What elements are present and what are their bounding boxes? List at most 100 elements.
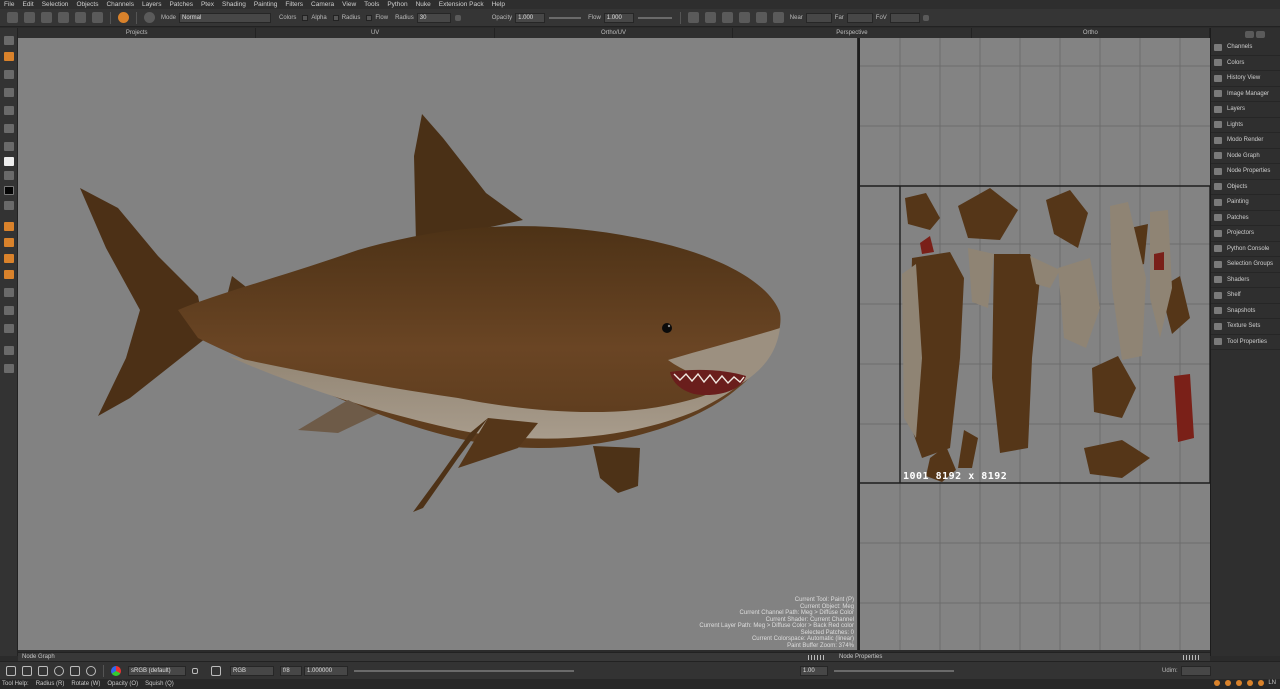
palette-layers[interactable]: Layers [1211,102,1280,118]
stamp-icon[interactable] [92,12,103,23]
projection-icon[interactable] [687,12,699,23]
near-field[interactable] [805,12,832,23]
udim-field[interactable] [1180,665,1211,676]
camera-icon[interactable] [721,12,733,23]
gamma-slider[interactable] [834,669,954,672]
fov-menu-icon[interactable] [922,14,929,21]
eyedropper-icon[interactable] [58,12,69,23]
cube-icon[interactable] [738,12,750,23]
brush-preset-icon[interactable] [144,12,155,23]
circle-tool-icon[interactable] [54,665,64,676]
palette-shelf[interactable]: Shelf [1211,288,1280,304]
menu-python[interactable]: Python [387,1,407,8]
palette-tool-properties[interactable]: Tool Properties [1211,335,1280,350]
palette-history-view[interactable]: History View [1211,71,1280,87]
color-wheel-icon[interactable] [111,665,121,676]
perspective-viewport[interactable]: Current Tool: Paint (P) Current Object: … [18,38,857,650]
blur-tool-icon[interactable] [4,254,14,263]
palette-channels[interactable]: Channels [1211,40,1280,56]
menu-filters[interactable]: Filters [285,1,303,8]
tab-projects[interactable]: Projects [18,28,257,38]
measure-tool-icon[interactable] [4,288,14,297]
menu-file[interactable]: File [4,1,14,8]
menu-edit[interactable]: Edit [22,1,33,8]
palette-modo-render[interactable]: Modo Render [1211,133,1280,149]
paint-brush-tool-icon[interactable] [4,52,14,61]
palette-shaders[interactable]: Shaders [1211,273,1280,288]
palette-colors[interactable]: Colors [1211,56,1280,71]
palette-python-console[interactable]: Python Console [1211,242,1280,257]
radius-field[interactable]: 30 [416,12,451,23]
drag-handle-icon[interactable] [1183,655,1201,660]
type-tool-icon[interactable] [4,364,14,373]
fill-tool-icon[interactable] [4,238,14,247]
palette-selection-groups[interactable]: Selection Groups [1211,257,1280,273]
menu-extension-pack[interactable]: Extension Pack [439,1,484,8]
open-file-icon[interactable] [41,12,52,23]
menu-painting[interactable]: Painting [254,1,278,8]
text-tool-icon[interactable] [4,124,14,133]
view-mode-icon[interactable] [704,12,716,23]
colorspace-dropdown[interactable]: sRGB (default) [128,665,186,676]
menu-nuke[interactable]: Nuke [416,1,431,8]
menu-objects[interactable]: Objects [76,1,98,8]
move-icon[interactable] [22,665,32,676]
tab-ortho[interactable]: Ortho [972,28,1211,38]
palette-snapshots[interactable]: Snapshots [1211,304,1280,319]
flow-checkbox[interactable] [366,14,373,21]
paint-bucket-icon[interactable] [75,12,86,23]
panel-close-icon[interactable] [1256,30,1265,38]
menu-help[interactable]: Help [492,1,505,8]
transform-tool-icon[interactable] [4,106,14,115]
tab-node-properties[interactable]: Node Properties [839,654,882,660]
exposure-field[interactable]: 1.000000 [304,665,348,676]
palette-painting[interactable]: Painting [1211,195,1280,211]
tab-node-graph[interactable]: Node Graph [22,654,55,660]
channel-dropdown[interactable]: RGB [230,665,274,676]
palette-objects[interactable]: Objects [1211,180,1280,195]
menu-shading[interactable]: Shading [222,1,246,8]
palette-image-manager[interactable]: Image Manager [1211,87,1280,102]
alpha-checkbox[interactable] [302,14,309,21]
menu-layers[interactable]: Layers [142,1,162,8]
swap-colors-icon[interactable] [4,171,14,180]
tab-uv[interactable]: UV [256,28,495,38]
grid-tool-icon[interactable] [4,88,14,97]
move-camera-icon[interactable] [772,12,784,23]
tab-perspective[interactable]: Perspective [733,28,972,38]
select-tool-icon[interactable] [4,36,14,45]
rotate-icon[interactable] [6,665,16,676]
sphere-icon[interactable] [86,665,96,676]
smudge-tool-icon[interactable] [4,270,14,279]
palette-projectors[interactable]: Projectors [1211,226,1280,242]
pen-tool-icon[interactable] [4,142,14,151]
lasso-tool-icon[interactable] [4,346,14,355]
menu-channels[interactable]: Channels [106,1,133,8]
menu-tools[interactable]: Tools [364,1,379,8]
colorspace-menu-icon[interactable] [192,667,198,674]
palette-node-graph[interactable]: Node Graph [1211,149,1280,164]
menu-ptex[interactable]: Ptex [201,1,214,8]
exposure-slider[interactable] [354,669,574,672]
levels-icon[interactable] [211,665,221,676]
reset-colors-icon[interactable] [4,201,14,210]
radius-menu-icon[interactable] [454,14,461,21]
uv-viewport[interactable]: 1001 8192 x 8192 [858,38,1210,650]
undo-icon[interactable] [7,12,18,23]
paint-tool-icon[interactable] [118,12,129,23]
marquee-tool-icon[interactable] [4,306,14,315]
gamma-field[interactable]: 1.00 [800,665,828,676]
palette-patches[interactable]: Patches [1211,211,1280,226]
palette-node-properties[interactable]: Node Properties [1211,164,1280,180]
panel-float-icon[interactable] [1245,30,1254,38]
eraser-tool-icon[interactable] [4,70,14,79]
mode-dropdown[interactable]: Normal [179,12,272,23]
foreground-color-swatch[interactable] [4,157,14,166]
menu-selection[interactable]: Selection [42,1,69,8]
crop-tool-icon[interactable] [4,324,14,333]
palette-lights[interactable]: Lights [1211,118,1280,133]
menu-camera[interactable]: Camera [311,1,334,8]
drag-handle-icon[interactable] [808,655,826,660]
tab-ortho-uv[interactable]: Ortho/UV [495,28,734,38]
flow-field[interactable]: 1.000 [603,12,634,23]
